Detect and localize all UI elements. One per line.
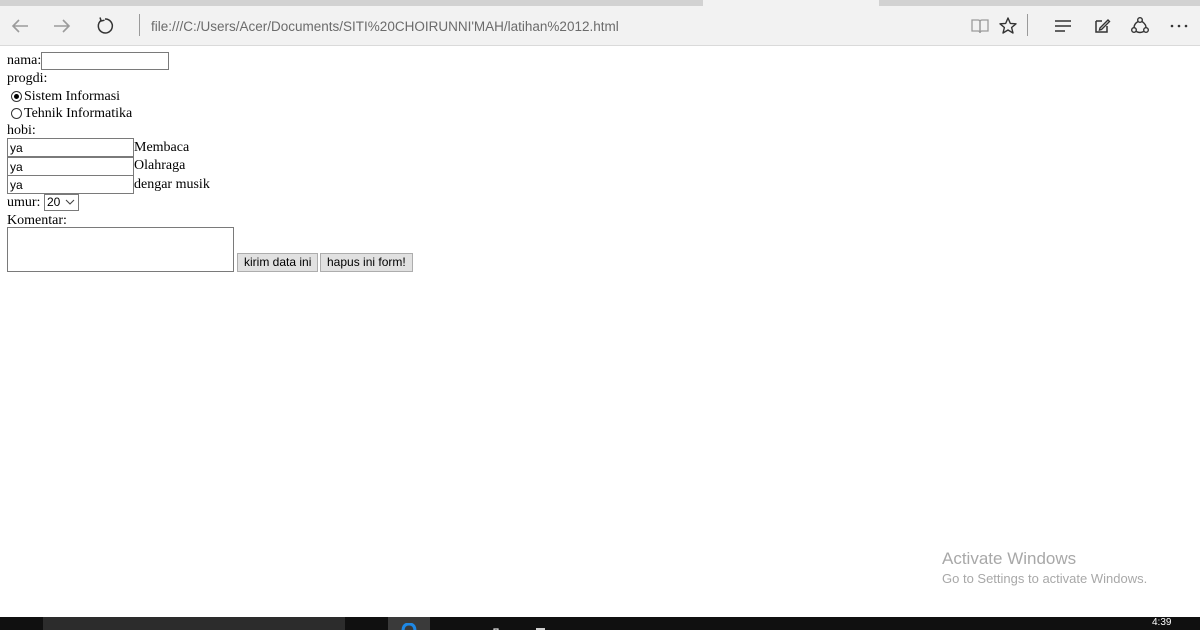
- hobi-row: Membaca: [7, 138, 189, 158]
- back-icon: [11, 19, 28, 33]
- umur-value: 20: [46, 195, 61, 209]
- submit-button[interactable]: kirim data ini: [237, 253, 319, 272]
- activate-windows-subtitle: Go to Settings to activate Windows.: [942, 571, 1148, 586]
- tray-display-button[interactable]: [1077, 624, 1091, 630]
- edge-icon: [401, 623, 417, 630]
- hobi-label-olahraga: Olahraga: [134, 158, 186, 173]
- refresh-button[interactable]: [89, 10, 121, 42]
- umur-row: umur: 20: [7, 194, 79, 212]
- refresh-icon: [97, 17, 114, 34]
- hobi-input-musik[interactable]: [7, 175, 134, 194]
- hobi-input-membaca[interactable]: [7, 138, 134, 157]
- taskbar-search-box[interactable]: [43, 617, 345, 630]
- reset-button[interactable]: hapus ini form!: [320, 253, 413, 272]
- forward-button[interactable]: [46, 10, 78, 42]
- back-button[interactable]: [4, 10, 36, 42]
- radio-label: Tehnik Informatika: [24, 106, 133, 121]
- favorite-button[interactable]: [992, 10, 1024, 42]
- nama-label: nama:: [7, 53, 42, 68]
- browser-toolbar: file:///C:/Users/Acer/Documents/SITI%20C…: [0, 6, 1200, 46]
- taskbar-file-explorer-button[interactable]: [442, 623, 462, 630]
- hobi-label-musik: dengar musik: [134, 177, 210, 192]
- share-button[interactable]: [1124, 10, 1156, 42]
- radio-sistem-informasi[interactable]: [11, 91, 22, 102]
- web-note-icon: [1095, 19, 1111, 33]
- taskbar-app-button[interactable]: [532, 622, 548, 630]
- taskbar-clock[interactable]: 4:39: [1152, 617, 1171, 628]
- taskbar: 4:39: [0, 617, 1200, 630]
- address-separator: [139, 14, 140, 36]
- more-icon: [1170, 24, 1188, 28]
- hub-button[interactable]: [1047, 10, 1079, 42]
- chevron-down-icon: [65, 199, 75, 205]
- hobi-label-membaca: Membaca: [134, 140, 190, 155]
- web-note-button[interactable]: [1086, 10, 1118, 42]
- progdi-option-ti[interactable]: Tehnik Informatika: [11, 105, 132, 123]
- hub-icon: [1055, 20, 1071, 32]
- tray-chevron[interactable]: [1058, 625, 1068, 630]
- radio-tehnik-informatika[interactable]: [11, 108, 22, 119]
- hobi-row: Olahraga: [7, 157, 185, 176]
- progdi-option-si[interactable]: Sistem Informasi: [11, 88, 120, 106]
- nama-row: nama:: [7, 52, 170, 70]
- toolbar-separator: [1027, 14, 1028, 36]
- taskbar-edge-button[interactable]: [388, 617, 430, 630]
- umur-label: umur:: [7, 195, 41, 210]
- hobi-row: dengar musik: [7, 175, 210, 194]
- start-button[interactable]: [14, 622, 28, 630]
- favorite-star-icon: [999, 17, 1017, 34]
- nama-input[interactable]: [41, 52, 170, 70]
- activate-windows-title: Activate Windows: [942, 549, 1077, 568]
- reading-view-icon: [971, 19, 989, 34]
- more-button[interactable]: [1163, 10, 1195, 42]
- radio-label: Sistem Informasi: [24, 89, 121, 104]
- komentar-textarea[interactable]: [7, 227, 234, 272]
- forward-icon: [54, 19, 71, 33]
- address-bar[interactable]: file:///C:/Users/Acer/Documents/SITI%20C…: [151, 18, 619, 36]
- progdi-label: progdi:: [7, 71, 48, 86]
- taskbar-store-button[interactable]: [486, 622, 506, 630]
- umur-select[interactable]: 20: [43, 194, 79, 211]
- task-view-button[interactable]: [359, 624, 369, 630]
- hobi-input-olahraga[interactable]: [7, 157, 134, 176]
- share-icon: [1131, 17, 1149, 34]
